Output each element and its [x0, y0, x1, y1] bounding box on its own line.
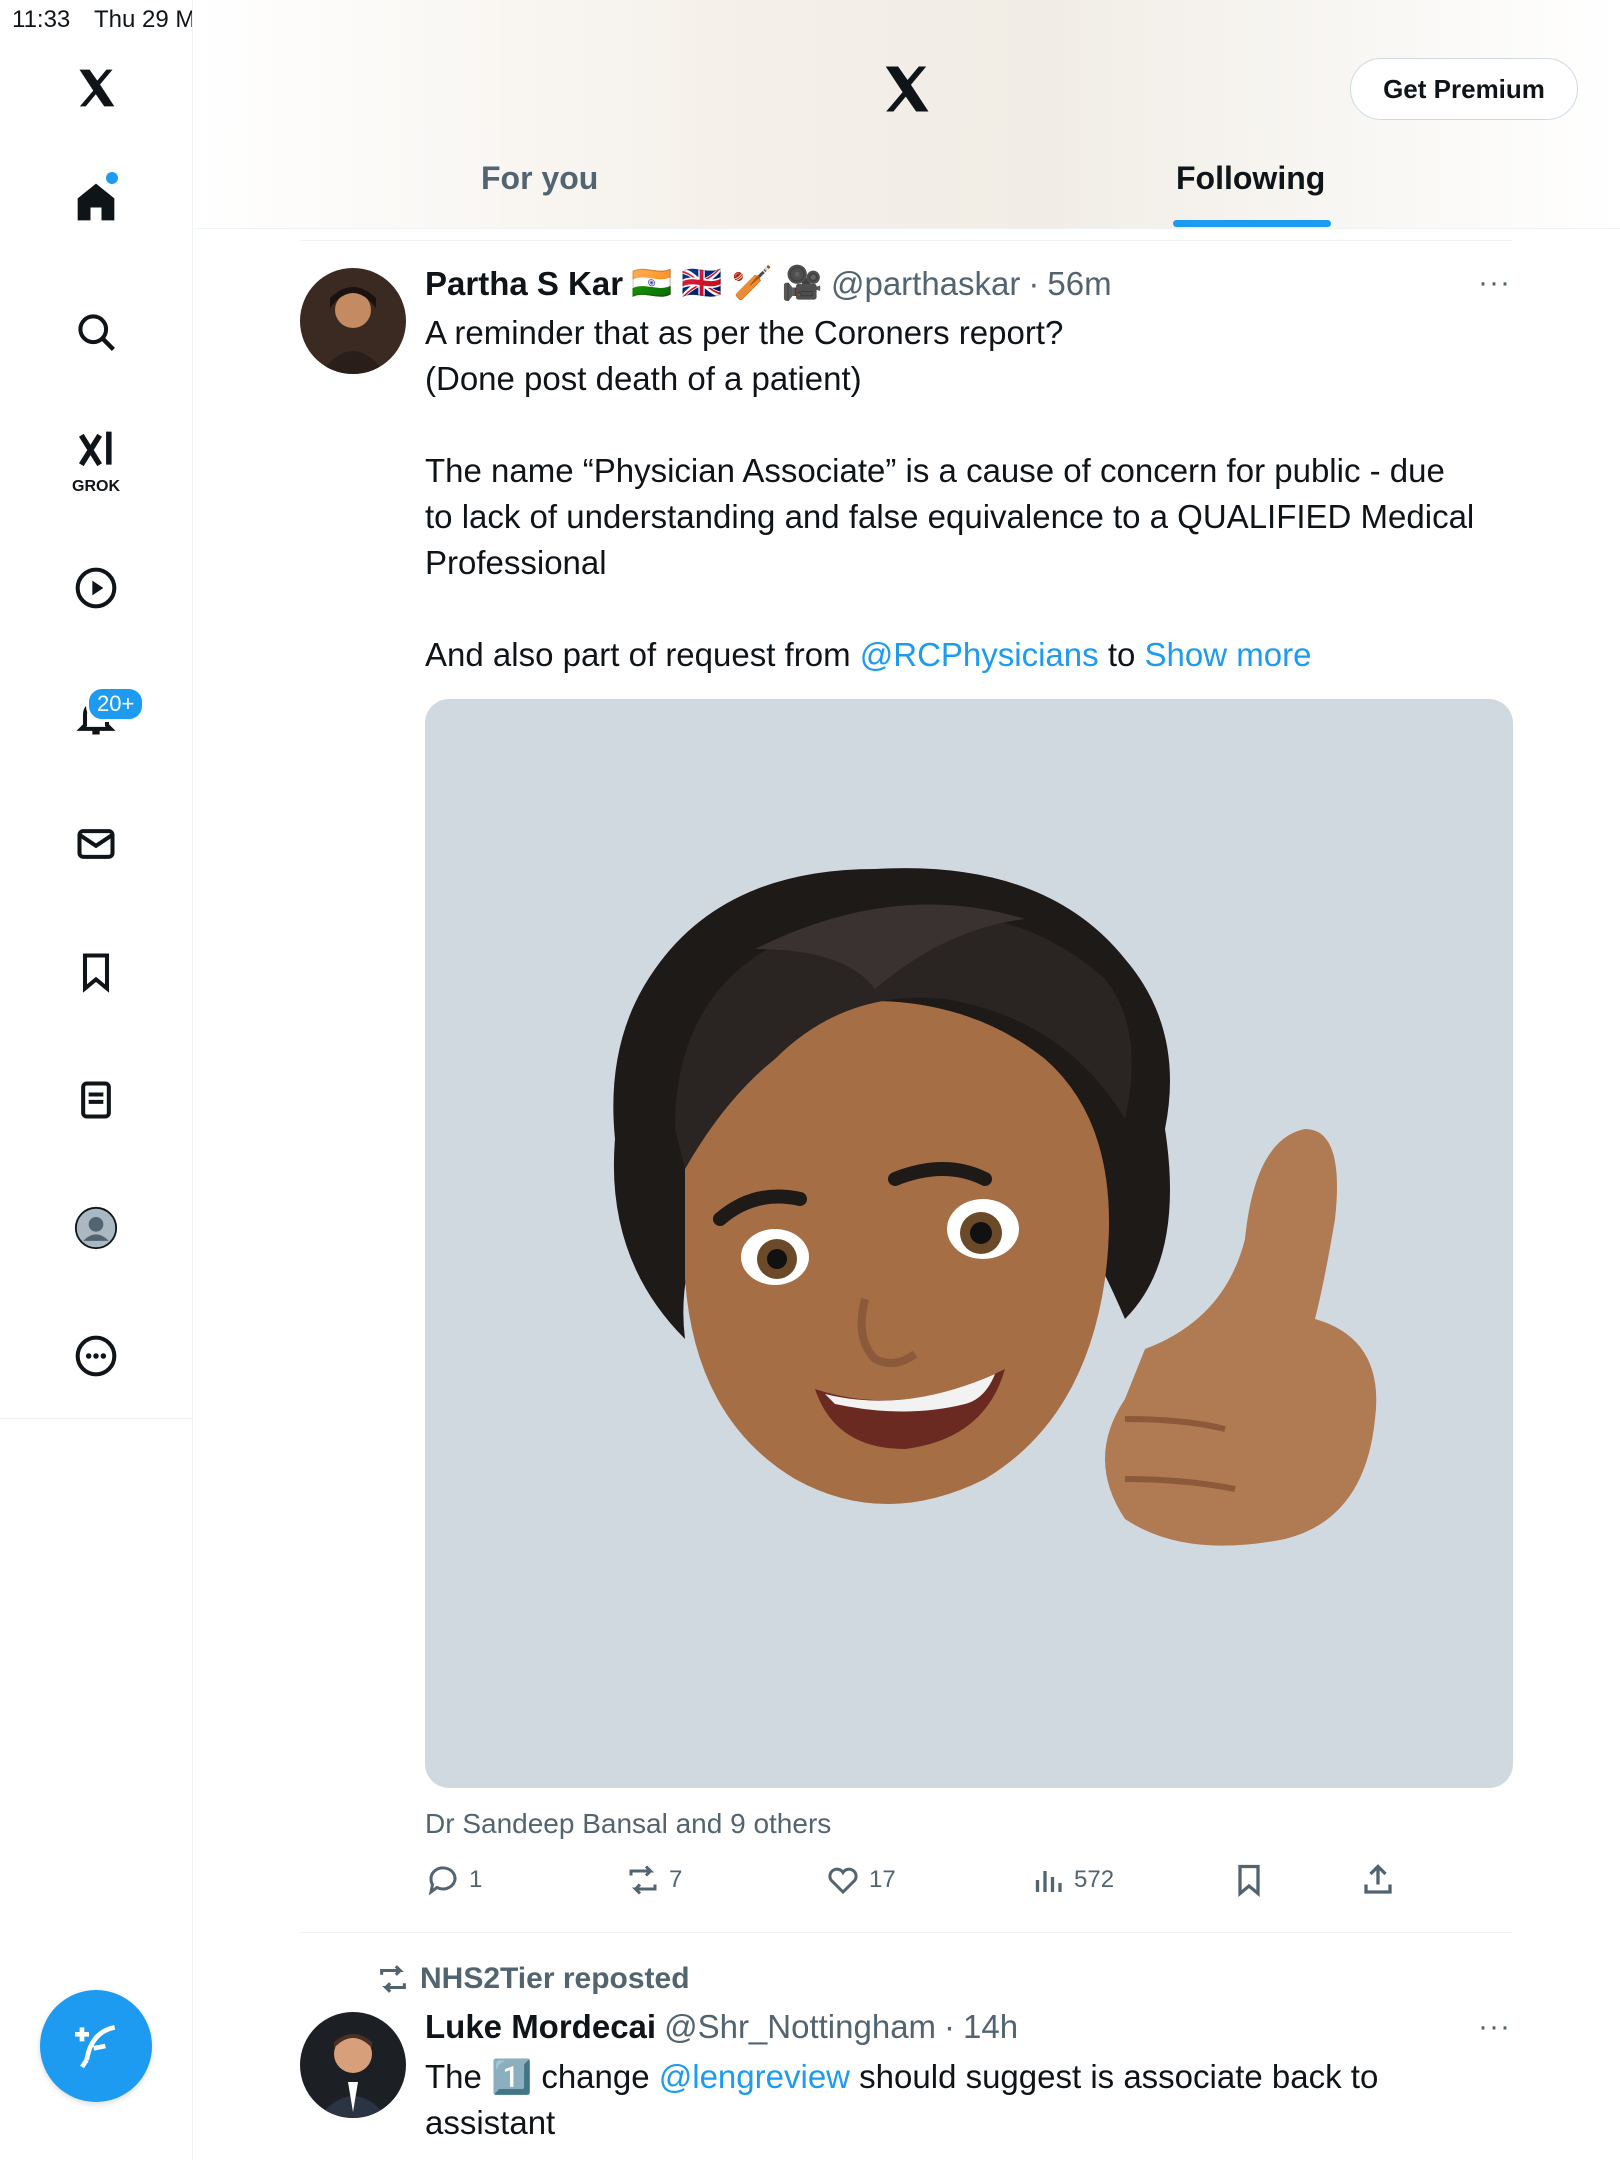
tweet-line: The 1️⃣ change @lengreview should sugges… — [425, 2054, 1515, 2100]
views-button[interactable]: 572 — [1030, 1862, 1114, 1898]
grok-label: GROK — [72, 478, 120, 495]
tweet-more-icon[interactable]: ··· — [1478, 2010, 1511, 2044]
show-more-link[interactable]: Show more — [1145, 636, 1312, 673]
search-icon — [78, 314, 115, 351]
tweet-time[interactable]: 14h — [963, 2008, 1018, 2046]
author-handle[interactable]: @Shr_Nottingham — [664, 2008, 936, 2046]
author-handle[interactable]: @parthaskar — [831, 265, 1020, 303]
mention-link[interactable]: @RCPhysicians — [860, 636, 1099, 673]
compose-feather-icon — [75, 2025, 116, 2069]
feed-divider — [300, 240, 1512, 241]
sidebar-item-home[interactable] — [70, 176, 122, 228]
repost-icon — [380, 1965, 406, 1993]
share-icon — [1364, 1864, 1392, 1894]
tweet-word: should suggest is associate back to — [859, 2058, 1379, 2095]
x-header-logo-icon — [879, 62, 933, 121]
repost-icon — [629, 1865, 657, 1895]
meta-separator: · — [1028, 264, 1040, 302]
memoji-thumbs-up-image — [613, 868, 1377, 1546]
sidebar: GROK 20+ — [0, 0, 193, 2160]
tweet-word: to — [1107, 636, 1136, 673]
tweet-author-line: Partha S Kar 🇮🇳 🇬🇧 🏏 🎥 @parthaskar · 56m — [425, 264, 1112, 303]
x-logo-icon[interactable] — [70, 62, 122, 114]
tweet-word: change — [541, 2058, 650, 2095]
tweet-line: Professional — [425, 544, 607, 581]
author-name[interactable]: Luke Mordecai — [425, 2008, 656, 2046]
tweet-line: A reminder that as per the Coroners repo… — [425, 314, 1064, 351]
analytics-icon — [1035, 1871, 1062, 1892]
reply-count: 1 — [469, 1866, 483, 1893]
bookmark-icon — [82, 953, 110, 993]
mention-link[interactable]: @lengreview — [659, 2058, 850, 2095]
home-notification-dot — [106, 172, 118, 184]
tweet-actions: 1 7 17 572 — [425, 1862, 1425, 1902]
tweet-line: assistant — [425, 2104, 556, 2141]
mail-icon — [77, 829, 115, 859]
tweet-more-icon[interactable]: ··· — [1478, 266, 1511, 300]
heart-icon — [828, 1867, 858, 1895]
author-emojis: 🇮🇳 🇬🇧 🏏 🎥 — [631, 264, 823, 301]
feed-divider — [300, 1932, 1512, 1933]
sidebar-item-bookmarks[interactable] — [70, 946, 122, 998]
avatar[interactable] — [300, 2012, 406, 2118]
sidebar-separator — [0, 1418, 192, 1419]
more-icon — [75, 1335, 117, 1377]
notifications-badge: 20+ — [86, 686, 146, 722]
tweet-text: A reminder that as per the Coroners repo… — [425, 310, 1515, 678]
tweet-line: to lack of understanding and false equiv… — [425, 498, 1475, 535]
bookmark-icon — [1238, 1864, 1260, 1898]
get-premium-button[interactable]: Get Premium — [1350, 58, 1578, 120]
sidebar-item-explore[interactable] — [70, 306, 122, 358]
sidebar-item-messages[interactable] — [70, 818, 122, 870]
tweet-word: The — [425, 2058, 482, 2095]
sidebar-item-profile[interactable] — [70, 1202, 122, 1254]
home-icon — [77, 183, 115, 221]
repost-button[interactable]: 7 — [625, 1862, 682, 1898]
sidebar-item-lists[interactable] — [70, 1074, 122, 1126]
tab-following[interactable]: Following — [1176, 160, 1325, 197]
grok-icon — [79, 431, 112, 467]
avatar[interactable] — [300, 268, 406, 374]
liked-by-text[interactable]: Dr Sandeep Bansal and 9 others — [425, 1808, 831, 1840]
keycap-emoji: 1️⃣ — [491, 2058, 533, 2095]
tweet-line: (Done post death of a patient) — [425, 360, 862, 397]
views-count: 572 — [1074, 1866, 1115, 1893]
reply-icon — [428, 1866, 457, 1896]
repost-by-text: NHS2Tier reposted — [420, 1962, 690, 1995]
sidebar-item-video[interactable] — [70, 562, 122, 614]
timeline-header: Get Premium For you Following — [193, 0, 1620, 229]
list-icon — [81, 1081, 111, 1119]
tweet-time[interactable]: 56m — [1047, 265, 1111, 303]
tab-for-you[interactable]: For you — [481, 160, 598, 197]
tweet-line: The name “Physician Associate” is a caus… — [425, 452, 1445, 489]
profile-icon — [74, 1206, 118, 1250]
compose-button[interactable] — [40, 1990, 152, 2102]
tweet-line: And also part of request from — [425, 636, 851, 673]
share-button[interactable] — [1360, 1862, 1396, 1898]
active-tab-indicator — [1173, 220, 1331, 227]
repost-count: 7 — [669, 1866, 683, 1893]
bookmark-button[interactable] — [1231, 1862, 1267, 1898]
like-count: 17 — [869, 1866, 896, 1893]
reply-button[interactable]: 1 — [425, 1862, 482, 1898]
tweet-line-last: And also part of request from @RCPhysici… — [425, 632, 1515, 678]
play-icon — [75, 567, 117, 609]
sidebar-item-more[interactable] — [70, 1330, 122, 1382]
tweet-author-line: Luke Mordecai @Shr_Nottingham · 14h — [425, 2008, 1018, 2046]
like-button[interactable]: 17 — [825, 1862, 896, 1898]
repost-indicator[interactable]: NHS2Tier reposted — [376, 1962, 690, 1996]
author-name[interactable]: Partha S Kar — [425, 265, 623, 303]
tweet-text: The 1️⃣ change @lengreview should sugges… — [425, 2054, 1515, 2146]
sidebar-item-grok[interactable] — [70, 424, 122, 476]
meta-separator: · — [944, 2008, 956, 2045]
tweet-media[interactable] — [425, 699, 1513, 1788]
